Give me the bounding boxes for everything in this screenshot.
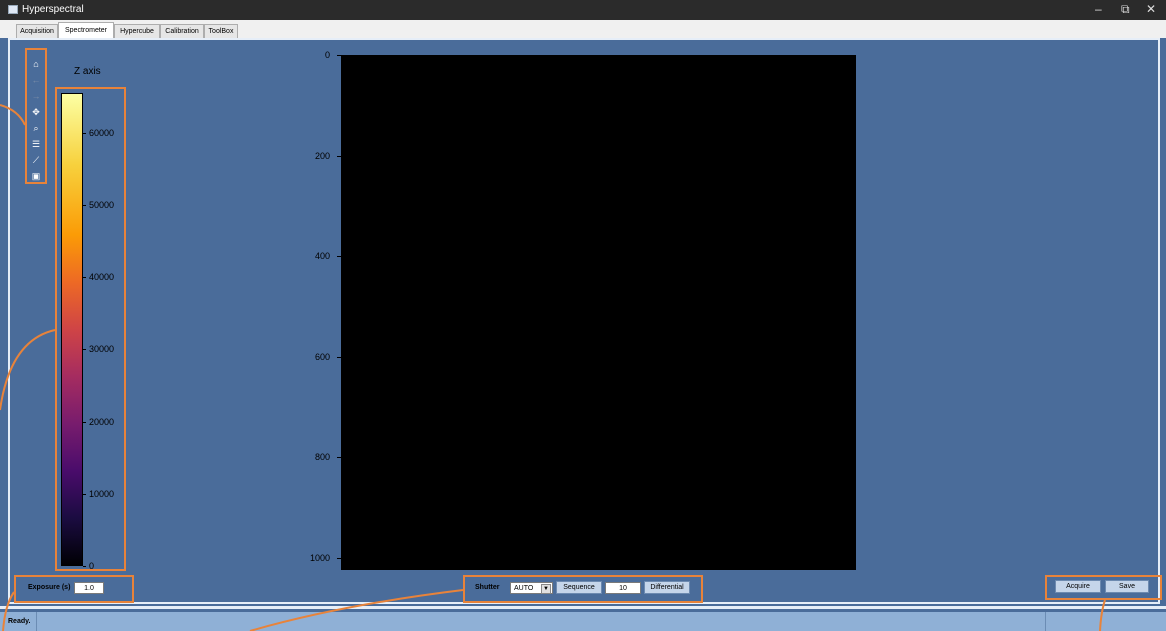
annotation-callouts bbox=[0, 104, 1106, 631]
callout-curve bbox=[0, 104, 26, 126]
callout-curve bbox=[1099, 599, 1106, 631]
callout-curve bbox=[249, 589, 464, 631]
callout-curve bbox=[2, 591, 15, 631]
callout-curve bbox=[0, 329, 56, 411]
